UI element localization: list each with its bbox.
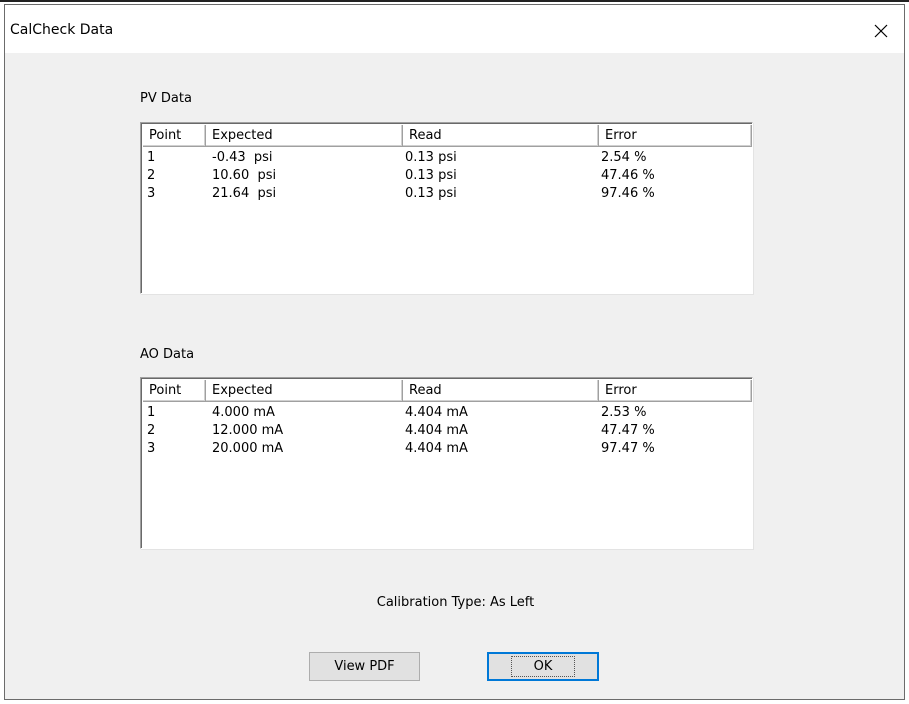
pv-point-cell: 2 xyxy=(147,168,156,183)
ao-row[interactable]: 3 20.000 mA 4.404 mA 97.47 % xyxy=(143,440,750,458)
ao-point-cell: 2 xyxy=(147,423,156,438)
pv-col-error[interactable]: Error xyxy=(599,125,752,147)
pv-row[interactable]: 3 21.64 psi 0.13 psi 97.46 % xyxy=(143,185,750,203)
ao-col-point[interactable]: Point xyxy=(143,380,206,402)
ao-error-cell: 2.53 % xyxy=(601,405,647,420)
pv-expected-cell: 21.64 psi xyxy=(212,186,277,201)
ao-error-cell: 47.47 % xyxy=(601,423,655,438)
pv-point-cell: 3 xyxy=(147,186,156,201)
ao-read-cell: 4.404 mA xyxy=(405,405,468,420)
ao-list-header: Point Expected Read Error xyxy=(143,380,752,402)
pv-row[interactable]: 2 10.60 psi 0.13 psi 47.46 % xyxy=(143,167,750,185)
window-title: CalCheck Data xyxy=(10,22,114,38)
pv-rows: 1 -0.43 psi 0.13 psi 2.54 % 2 10.60 psi … xyxy=(143,149,750,203)
title-bar: CalCheck Data xyxy=(5,5,904,53)
ao-expected-cell: 20.000 mA xyxy=(212,441,284,456)
pv-data-label: PV Data xyxy=(140,91,192,106)
close-button[interactable] xyxy=(858,13,904,49)
ao-expected-cell: 12.000 mA xyxy=(212,423,284,438)
ao-row[interactable]: 2 12.000 mA 4.404 mA 47.47 % xyxy=(143,422,750,440)
pv-list-header: Point Expected Read Error xyxy=(143,125,752,147)
ao-col-error[interactable]: Error xyxy=(599,380,752,402)
pv-col-read[interactable]: Read xyxy=(403,125,599,147)
calibration-type-text: Calibration Type: As Left xyxy=(376,595,535,610)
view-pdf-button[interactable]: View PDF xyxy=(309,652,420,681)
close-icon xyxy=(874,24,888,38)
pv-col-point[interactable]: Point xyxy=(143,125,206,147)
pv-error-cell: 2.54 % xyxy=(601,150,647,165)
ao-data-list[interactable]: Point Expected Read Error 1 4.000 mA 4.4… xyxy=(140,377,753,549)
pv-error-cell: 97.46 % xyxy=(601,186,655,201)
ao-rows: 1 4.000 mA 4.404 mA 2.53 % 2 12.000 mA 4… xyxy=(143,404,750,458)
pv-error-cell: 47.46 % xyxy=(601,168,655,183)
ao-point-cell: 1 xyxy=(147,405,156,420)
ao-point-cell: 3 xyxy=(147,441,156,456)
pv-col-expected[interactable]: Expected xyxy=(206,125,403,147)
ao-data-label: AO Data xyxy=(140,347,195,362)
ao-error-cell: 97.47 % xyxy=(601,441,655,456)
ao-col-read[interactable]: Read xyxy=(403,380,599,402)
ok-button[interactable]: OK xyxy=(487,652,599,681)
ao-read-cell: 4.404 mA xyxy=(405,423,468,438)
ao-col-expected[interactable]: Expected xyxy=(206,380,403,402)
ao-row[interactable]: 1 4.000 mA 4.404 mA 2.53 % xyxy=(143,404,750,422)
ao-expected-cell: 4.000 mA xyxy=(212,405,275,420)
ok-label: OK xyxy=(510,656,576,677)
pv-expected-cell: 10.60 psi xyxy=(212,168,277,183)
view-pdf-label: View PDF xyxy=(334,659,395,674)
pv-read-cell: 0.13 psi xyxy=(405,186,457,201)
pv-read-cell: 0.13 psi xyxy=(405,168,457,183)
pv-point-cell: 1 xyxy=(147,150,156,165)
ao-read-cell: 4.404 mA xyxy=(405,441,468,456)
pv-data-list[interactable]: Point Expected Read Error 1 -0.43 psi 0.… xyxy=(140,122,753,294)
pv-read-cell: 0.13 psi xyxy=(405,150,457,165)
calcheck-dialog: CalCheck Data PV Data Point Expected Rea… xyxy=(4,4,905,700)
pv-expected-cell: -0.43 psi xyxy=(212,150,273,165)
pv-row[interactable]: 1 -0.43 psi 0.13 psi 2.54 % xyxy=(143,149,750,167)
